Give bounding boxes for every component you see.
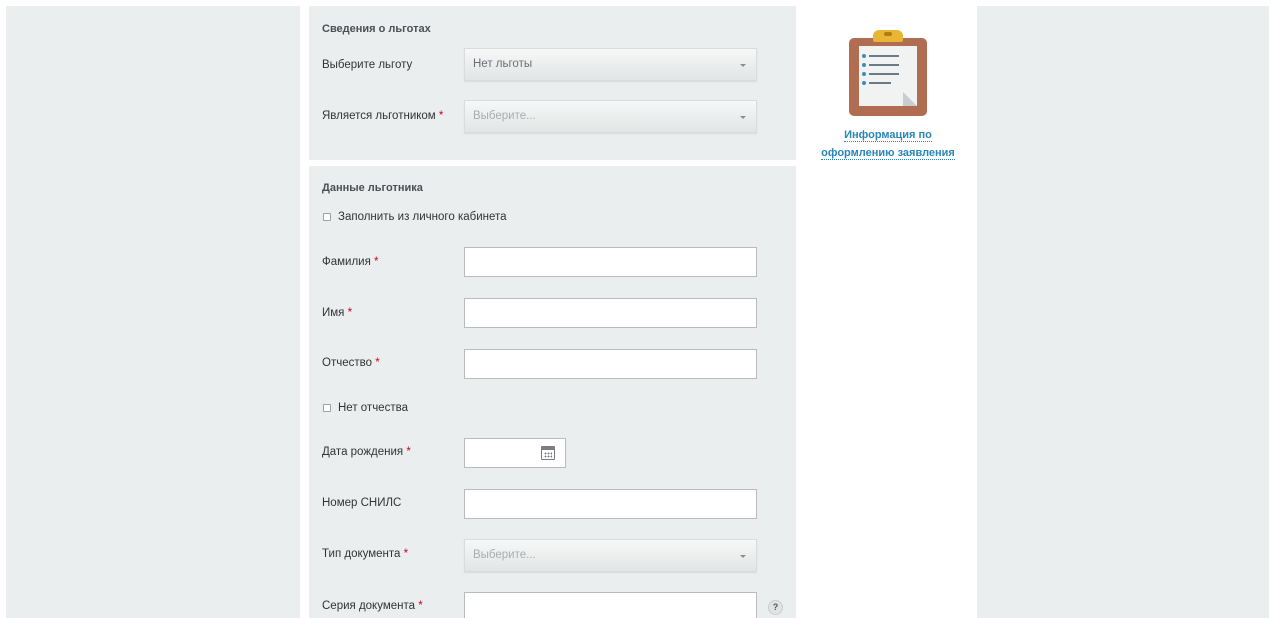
last-name-label-text: Фамилия	[322, 256, 371, 268]
fill-from-cabinet-checkbox[interactable]	[323, 213, 331, 221]
info-link-line2[interactable]: оформлению заявления	[821, 147, 955, 160]
required-mark: *	[403, 548, 409, 560]
first-name-input[interactable]	[464, 298, 757, 328]
info-link[interactable]: Информация по оформлению заявления	[813, 126, 963, 162]
info-link-line1[interactable]: Информация по	[844, 129, 932, 142]
list-line	[869, 55, 899, 57]
required-mark: *	[375, 357, 380, 369]
first-name-label-text: Имя	[322, 307, 345, 319]
doc-type-placeholder: Выберите...	[473, 549, 536, 561]
beneficiary-section-title: Данные льготника	[322, 182, 423, 194]
benefits-panel: Сведения о льготах Выберите льготу Нет л…	[309, 6, 796, 160]
is-beneficiary-label: Является льготником *	[322, 110, 443, 122]
list-line	[869, 82, 891, 84]
birth-date-label-text: Дата рождения	[322, 446, 404, 458]
paper-fold	[903, 92, 917, 106]
is-beneficiary-dropdown[interactable]: Выберите...	[464, 100, 757, 133]
snils-label: Номер СНИЛС	[322, 497, 402, 509]
doc-series-input[interactable]	[464, 592, 757, 618]
no-patronymic-label: Нет отчества	[338, 402, 408, 414]
clipboard-paper	[859, 46, 917, 106]
required-mark: *	[438, 110, 444, 122]
required-mark: *	[374, 256, 379, 268]
patronymic-label-text: Отчество	[322, 357, 372, 369]
select-benefit-label: Выберите льготу	[322, 59, 413, 71]
no-patronymic-checkbox[interactable]	[323, 404, 331, 412]
birth-date-label: Дата рождения *	[322, 446, 411, 458]
fill-from-cabinet-row[interactable]: Заполнить из личного кабинета	[323, 211, 507, 223]
required-mark: *	[347, 307, 353, 319]
list-dot	[862, 81, 866, 85]
doc-type-label-text: Тип документа	[322, 548, 401, 560]
snils-input[interactable]	[464, 489, 757, 519]
patronymic-label: Отчество *	[322, 357, 380, 369]
doc-series-label: Серия документа *	[322, 600, 423, 612]
help-icon[interactable]: ?	[768, 600, 783, 615]
clipboard-clasp	[873, 30, 903, 42]
no-patronymic-row[interactable]: Нет отчества	[323, 402, 408, 414]
beneficiary-panel: Данные льготника Заполнить из личного ка…	[309, 166, 796, 618]
required-mark: *	[418, 600, 423, 612]
last-name-input[interactable]	[464, 247, 757, 277]
info-block: Информация по оформлению заявления	[813, 30, 963, 162]
required-mark: *	[406, 446, 411, 458]
chevron-down-icon	[740, 116, 746, 119]
is-beneficiary-placeholder: Выберите...	[473, 110, 536, 122]
last-name-label: Фамилия *	[322, 256, 379, 268]
select-benefit-dropdown[interactable]: Нет льготы	[464, 48, 757, 81]
patronymic-input[interactable]	[464, 349, 757, 379]
calendar-icon[interactable]	[541, 446, 555, 460]
list-line	[869, 64, 899, 66]
fill-from-cabinet-label: Заполнить из личного кабинета	[338, 211, 507, 223]
clipboard-icon[interactable]	[849, 30, 927, 116]
list-dot	[862, 63, 866, 67]
left-background	[6, 6, 300, 618]
doc-type-dropdown[interactable]: Выберите...	[464, 539, 757, 572]
benefits-section-title: Сведения о льготах	[322, 23, 431, 35]
list-dot	[862, 72, 866, 76]
doc-series-label-text: Серия документа	[322, 600, 416, 612]
list-dot	[862, 54, 866, 58]
right-background	[977, 6, 1269, 618]
birth-date-input[interactable]	[464, 438, 566, 468]
is-beneficiary-label-text: Является льготником	[322, 110, 436, 122]
list-line	[869, 73, 899, 75]
doc-type-label: Тип документа *	[322, 548, 408, 560]
chevron-down-icon	[740, 64, 746, 67]
first-name-label: Имя *	[322, 307, 352, 319]
chevron-down-icon	[740, 555, 746, 558]
select-benefit-value: Нет льготы	[473, 58, 533, 70]
